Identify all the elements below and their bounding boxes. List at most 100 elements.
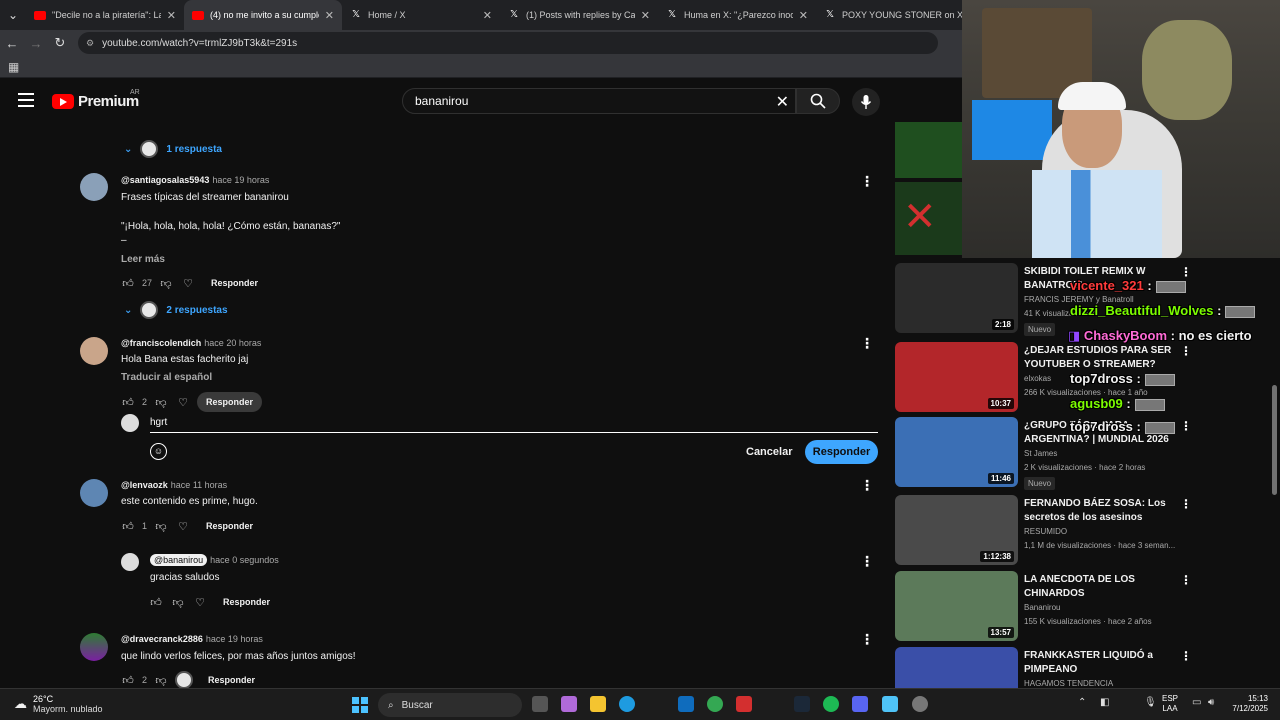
related-video[interactable]: 2:18 SKIBIDI TOILET REMIX W BANATROLL FR… — [895, 263, 1195, 336]
taskbar-search[interactable]: ⌕ Buscar — [378, 693, 522, 717]
comment-menu-icon[interactable]: ⋮ — [860, 173, 874, 190]
video-menu-icon[interactable]: ⋮ — [1180, 419, 1192, 433]
comment-time[interactable]: hace 0 segundos — [210, 555, 279, 565]
back-icon[interactable]: ← — [0, 36, 24, 51]
close-tab-icon[interactable]: ✕ — [641, 9, 650, 22]
tray-app-icon[interactable]: ◧ — [1100, 697, 1109, 708]
like-icon[interactable]: 👍︎ — [120, 396, 136, 409]
video-thumbnail[interactable]: ✕ — [895, 122, 963, 255]
emoji-icon[interactable]: ☺ — [150, 443, 167, 460]
youtube-logo[interactable]: Premium — [52, 93, 139, 110]
video-thumbnail[interactable]: 10:37 — [895, 342, 1018, 412]
read-more-link[interactable]: Leer más — [121, 254, 165, 265]
edge-icon[interactable] — [619, 696, 635, 712]
video-thumbnail[interactable]: 2:18 — [895, 263, 1018, 333]
tab-search-icon[interactable]: ⌄ — [0, 0, 26, 30]
url-field[interactable]: ⚙ youtube.com/watch?v=trmlZJ9bT3k&t=291s — [78, 32, 938, 54]
dislike-icon[interactable]: 👎︎ — [158, 277, 174, 290]
comment-author[interactable]: @dravecranck2886 — [121, 634, 203, 644]
close-tab-icon[interactable]: ✕ — [325, 9, 334, 22]
search-button[interactable] — [796, 88, 840, 114]
task-view-icon[interactable] — [532, 696, 548, 712]
heart-icon[interactable]: ♡ — [192, 596, 208, 609]
browser-tab[interactable]: 𝕏 Huma en X: "¿Parezco inocente ✕ — [658, 0, 816, 30]
close-tab-icon[interactable]: ✕ — [483, 9, 492, 22]
video-title[interactable]: FERNANDO BÁEZ SOSA: Los secretos de los … — [1024, 497, 1174, 525]
video-thumbnail[interactable]: 11:46 — [895, 417, 1018, 487]
video-title[interactable]: LA ANECDOTA DE LOS CHINARDOS — [1024, 573, 1174, 601]
video-thumbnail[interactable]: 1:12:38 — [895, 495, 1018, 565]
cancel-button[interactable]: Cancelar — [736, 441, 802, 463]
heart-icon[interactable]: ♡ — [180, 277, 196, 290]
comment-menu-icon[interactable]: ⋮ — [860, 631, 874, 648]
app-icon[interactable] — [882, 696, 898, 712]
browser-tab[interactable]: "Decile no a la piratería": La ins ✕ — [26, 0, 184, 30]
heart-icon[interactable]: ♡ — [175, 396, 191, 409]
comment-time[interactable]: hace 19 horas — [206, 634, 263, 644]
copilot-icon[interactable] — [561, 696, 577, 712]
browser-tab-active[interactable]: (4) no me invito a su cumpleañ ✕ — [184, 0, 342, 30]
weather-widget[interactable]: ☁ 26°C Mayorm. nublado — [14, 694, 103, 714]
comment-menu-icon[interactable]: ⋮ — [860, 553, 874, 570]
volume-icon[interactable]: 🔊︎ — [1208, 697, 1214, 708]
avatar[interactable] — [80, 173, 108, 201]
search-input[interactable]: bananirou ✕ — [402, 88, 796, 114]
comment-menu-icon[interactable]: ⋮ — [860, 477, 874, 494]
reply-input[interactable]: hgrt — [150, 417, 167, 428]
dislike-icon[interactable]: 👎︎ — [153, 520, 169, 533]
reload-icon[interactable]: ↻ — [48, 35, 72, 51]
outlook-icon[interactable] — [678, 696, 694, 712]
video-title[interactable]: FRANKKASTER LIQUIDÓ a PIMPEANO — [1024, 649, 1174, 677]
reply-button[interactable]: Responder — [214, 592, 279, 612]
like-icon[interactable]: 👍︎ — [148, 596, 164, 609]
browser-tab[interactable]: 𝕏 (1) Posts with replies by Carlos ✕ — [500, 0, 658, 30]
page-scrollbar[interactable] — [1272, 385, 1277, 495]
microphone-tray-icon[interactable]: 🎙︎ — [1144, 697, 1157, 708]
channel-name[interactable]: St James — [1024, 449, 1057, 458]
reply-button[interactable]: Responder — [197, 392, 263, 412]
menu-icon[interactable] — [18, 93, 34, 111]
avatar[interactable] — [80, 337, 108, 365]
video-thumbnail[interactable] — [895, 647, 1018, 688]
browser-tab[interactable]: 𝕏 POXY YOUNG STONER on X: " — [816, 0, 974, 30]
comment-menu-icon[interactable]: ⋮ — [860, 335, 874, 352]
comment-author[interactable]: @lenvaozk — [121, 480, 168, 490]
dislike-icon[interactable]: 👎︎ — [153, 674, 169, 687]
reply-button[interactable]: Responder — [197, 516, 262, 536]
channel-name[interactable]: elxokas — [1024, 374, 1051, 383]
close-tab-icon[interactable]: ✕ — [799, 9, 808, 22]
windows-start-icon[interactable] — [352, 697, 368, 713]
video-menu-icon[interactable]: ⋮ — [1180, 649, 1192, 663]
dislike-icon[interactable]: 👎︎ — [153, 396, 169, 409]
comment-time[interactable]: hace 11 horas — [171, 480, 227, 490]
browser-tab[interactable]: 𝕏 Home / X ✕ — [342, 0, 500, 30]
app-icon[interactable] — [736, 696, 752, 712]
network-icon[interactable]: ▭ — [1192, 697, 1201, 708]
related-video[interactable]: FRANKKASTER LIQUIDÓ a PIMPEANO HAGAMOS T… — [895, 647, 1195, 688]
video-menu-icon[interactable]: ⋮ — [1180, 265, 1192, 279]
related-video[interactable]: 13:57 LA ANECDOTA DE LOS CHINARDOS Banan… — [895, 571, 1195, 641]
like-icon[interactable]: 👍︎ — [120, 520, 136, 533]
chrome-icon[interactable] — [707, 696, 723, 712]
translate-link[interactable]: Traducir al español — [121, 372, 212, 383]
video-menu-icon[interactable]: ⋮ — [1180, 344, 1192, 358]
close-tab-icon[interactable]: ✕ — [167, 9, 176, 22]
language-indicator[interactable]: ESP LAA — [1162, 694, 1178, 714]
heart-icon[interactable]: ♡ — [175, 520, 191, 533]
spotify-icon[interactable] — [823, 696, 839, 712]
tray-chevron-up-icon[interactable]: ⌃ — [1078, 697, 1086, 708]
steam-icon[interactable] — [794, 696, 810, 712]
apps-grid-icon[interactable]: ▦ — [8, 60, 19, 74]
voice-search-button[interactable] — [852, 88, 880, 116]
reply-button[interactable]: Responder — [199, 670, 264, 688]
system-clock[interactable]: 15:13 7/12/2025 — [1226, 694, 1268, 714]
comment-time[interactable]: hace 20 horas — [204, 338, 261, 348]
clear-search-icon[interactable]: ✕ — [776, 92, 789, 112]
comment-author[interactable]: @santiagosalas5943 — [121, 175, 209, 185]
like-icon[interactable]: 👍︎ — [120, 674, 136, 687]
reply-button[interactable]: Responder — [202, 273, 267, 293]
avatar[interactable] — [80, 633, 108, 661]
comment-author[interactable]: @franciscolendich — [121, 338, 201, 348]
video-menu-icon[interactable]: ⋮ — [1180, 573, 1192, 587]
video-menu-icon[interactable]: ⋮ — [1180, 497, 1192, 511]
